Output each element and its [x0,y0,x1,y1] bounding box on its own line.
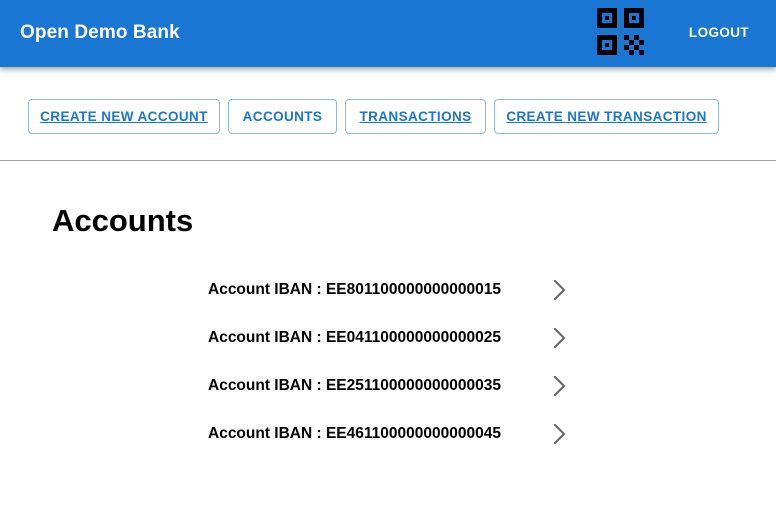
qr-code-button[interactable] [596,7,646,57]
chevron-right-icon[interactable] [550,278,570,302]
navigation-bar: CREATE NEW ACCOUNT ACCOUNTS TRANSACTIONS… [0,67,776,161]
app-bar: Open Demo Bank LOGOUT [0,0,776,67]
account-iban-label: Account IBAN : EE041100000000000025 [208,329,501,346]
page-title: Accounts [52,203,194,238]
account-list: Account IBAN : EE801100000000000015 Acco… [200,266,580,458]
create-new-account-button[interactable]: CREATE NEW ACCOUNT [28,99,220,134]
account-list-item[interactable]: Account IBAN : EE041100000000000025 [200,314,580,362]
create-new-transaction-button[interactable]: CREATE NEW TRANSACTION [494,99,719,134]
transactions-button[interactable]: TRANSACTIONS [345,99,486,134]
account-list-item[interactable]: Account IBAN : EE801100000000000015 [200,266,580,314]
account-iban-label: Account IBAN : EE461100000000000045 [208,425,501,442]
account-list-item[interactable]: Account IBAN : EE461100000000000045 [200,410,580,458]
logout-button[interactable]: LOGOUT [680,22,758,44]
qr-code-icon [597,8,644,55]
account-list-item[interactable]: Account IBAN : EE251100000000000035 [200,362,580,410]
account-iban-label: Account IBAN : EE251100000000000035 [208,377,501,394]
chevron-right-icon[interactable] [550,326,570,350]
chevron-right-icon[interactable] [550,374,570,398]
app-title: Open Demo Bank [20,22,180,43]
accounts-button[interactable]: ACCOUNTS [228,99,337,134]
chevron-right-icon[interactable] [550,422,570,446]
account-iban-label: Account IBAN : EE801100000000000015 [208,281,501,298]
